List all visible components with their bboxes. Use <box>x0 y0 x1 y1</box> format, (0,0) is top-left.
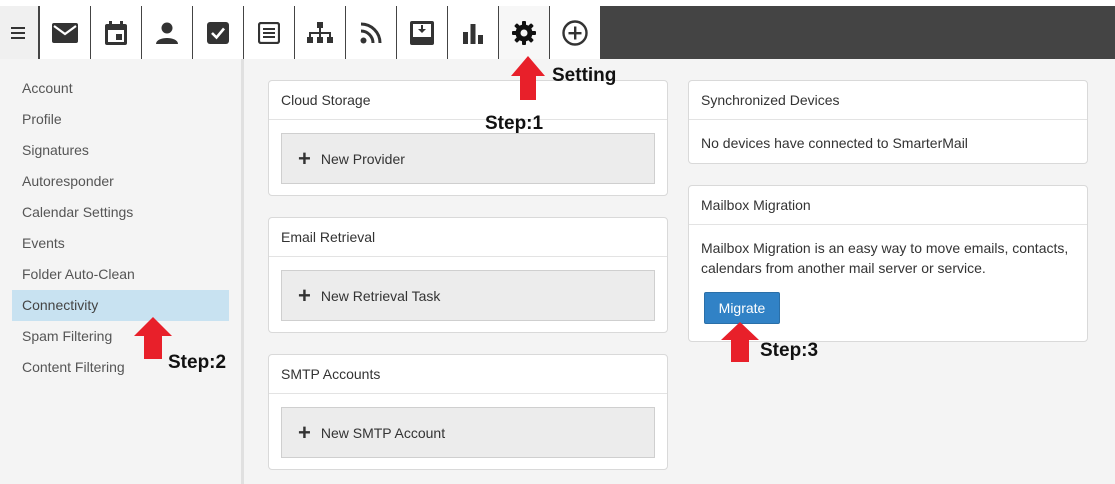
add-circle-icon <box>562 19 588 46</box>
step3-annotation: Step:3 <box>760 340 819 361</box>
tasks-icon <box>207 21 229 44</box>
sidebar-item-spam-filtering[interactable]: Spam Filtering <box>12 321 229 352</box>
contacts-icon <box>156 22 178 44</box>
sidebar-item-signatures[interactable]: Signatures <box>12 135 229 166</box>
new-retrieval-task-button[interactable]: + New Retrieval Task <box>281 270 655 321</box>
sidebar-item-profile[interactable]: Profile <box>12 104 229 135</box>
settings-gear-icon <box>512 20 536 45</box>
migration-description-line1: Mailbox Migration is an easy way to move… <box>701 240 1069 256</box>
smtp-accounts-title: SMTP Accounts <box>269 355 667 394</box>
mail-button[interactable] <box>40 6 90 59</box>
notes-icon <box>258 21 280 44</box>
new-provider-label: New Provider <box>320 150 405 167</box>
migration-description-line2: calendars from another mail server or se… <box>701 260 986 276</box>
sidebar-item-connectivity[interactable]: Connectivity <box>12 290 229 321</box>
plus-icon: + <box>298 419 311 445</box>
email-retrieval-card: Email Retrieval + New Retrieval Task <box>268 217 668 333</box>
tasks-button[interactable] <box>193 6 243 59</box>
settings-button[interactable] <box>499 6 549 59</box>
add-button[interactable] <box>550 6 600 59</box>
mailbox-migration-title: Mailbox Migration <box>689 186 1087 225</box>
synchronized-devices-card: Synchronized Devices No devices have con… <box>688 80 1088 164</box>
cloud-storage-card: Cloud Storage + New Provider <box>268 80 668 196</box>
archive-download-icon <box>410 20 434 45</box>
no-devices-text: No devices have connected to SmarterMail <box>701 135 968 151</box>
step2-arrow-icon <box>134 317 172 359</box>
new-smtp-account-label: New SMTP Account <box>320 424 446 441</box>
smtp-accounts-card: SMTP Accounts + New SMTP Account <box>268 354 668 470</box>
step2-annotation: Step:2 <box>168 352 227 373</box>
mail-icon <box>52 22 78 43</box>
hamburger-menu-button[interactable] <box>0 6 38 59</box>
rss-icon <box>360 22 382 43</box>
hamburger-menu-icon <box>11 27 25 39</box>
settings-sidebar: Account Profile Signatures Autoresponder… <box>0 59 244 484</box>
sitemap-button[interactable] <box>295 6 345 59</box>
synchronized-devices-title: Synchronized Devices <box>689 81 1087 120</box>
sidebar-item-folder-auto-clean[interactable]: Folder Auto-Clean <box>12 259 229 290</box>
archive-button[interactable] <box>397 6 447 59</box>
reports-icon <box>463 23 483 44</box>
calendar-icon <box>105 20 127 45</box>
sidebar-item-account[interactable]: Account <box>12 73 229 104</box>
new-provider-button[interactable]: + New Provider <box>281 133 655 184</box>
plus-icon: + <box>298 282 311 308</box>
new-retrieval-task-label: New Retrieval Task <box>320 287 441 304</box>
mailbox-migration-card: Mailbox Migration Mailbox Migration is a… <box>688 185 1088 342</box>
calendar-button[interactable] <box>91 6 141 59</box>
reports-button[interactable] <box>448 6 498 59</box>
contacts-button[interactable] <box>142 6 192 59</box>
step1-arrow-icon <box>511 56 545 100</box>
sitemap-icon <box>307 21 333 43</box>
sidebar-item-calendar-settings[interactable]: Calendar Settings <box>12 197 229 228</box>
sidebar-item-autoresponder[interactable]: Autoresponder <box>12 166 229 197</box>
plus-icon: + <box>298 145 311 171</box>
email-retrieval-title: Email Retrieval <box>269 218 667 257</box>
notes-button[interactable] <box>244 6 294 59</box>
sidebar-item-events[interactable]: Events <box>12 228 229 259</box>
setting-annotation: Setting <box>552 65 617 86</box>
step3-arrow-icon <box>721 322 759 362</box>
step1-annotation: Step:1 <box>485 113 544 134</box>
rss-button[interactable] <box>346 6 396 59</box>
migrate-button[interactable]: Migrate <box>704 292 780 324</box>
new-smtp-account-button[interactable]: + New SMTP Account <box>281 407 655 458</box>
